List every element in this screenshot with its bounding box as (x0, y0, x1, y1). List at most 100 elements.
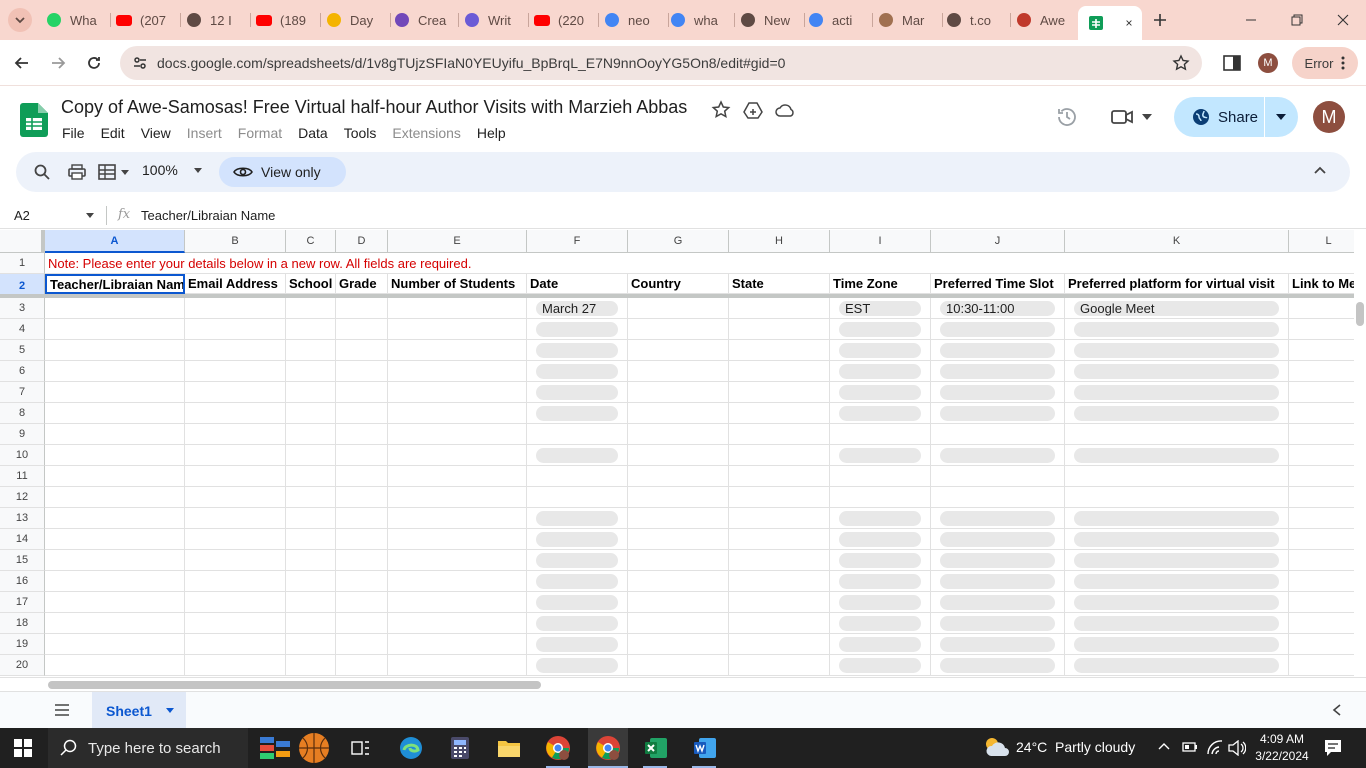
header-cell[interactable]: School (286, 274, 336, 294)
grid-cell[interactable] (336, 550, 388, 571)
name-box[interactable]: A2 (14, 208, 30, 223)
horizontal-scrollbar[interactable] (0, 677, 1366, 691)
dropdown-chip[interactable] (839, 616, 921, 631)
grid-cell[interactable] (185, 550, 286, 571)
back-button[interactable] (8, 49, 36, 77)
grid-cell[interactable] (628, 382, 729, 403)
grid-cell[interactable] (45, 508, 185, 529)
dropdown-chip[interactable] (536, 511, 618, 526)
header-cell[interactable]: Email Address (185, 274, 286, 294)
dropdown-chip[interactable] (536, 658, 618, 673)
grid-cell[interactable] (729, 487, 830, 508)
dropdown-chip[interactable] (536, 574, 618, 589)
grid-cell[interactable] (286, 487, 336, 508)
dropdown-chip[interactable] (839, 532, 921, 547)
dropdown-chip-date[interactable]: March 27 (536, 301, 618, 316)
dropdown-chip[interactable] (839, 448, 921, 463)
grid-cell[interactable] (336, 445, 388, 466)
grid-cell[interactable] (729, 634, 830, 655)
grid-cell[interactable] (336, 592, 388, 613)
grid-cell[interactable] (1065, 424, 1289, 445)
grid-cell[interactable] (388, 466, 527, 487)
grid-cell[interactable] (1289, 403, 1354, 424)
dropdown-chip[interactable] (1074, 343, 1279, 358)
grid-cell[interactable] (628, 634, 729, 655)
row-header-1[interactable]: 1 (0, 253, 45, 274)
grid-cell[interactable] (1289, 592, 1354, 613)
version-history-button[interactable] (1055, 105, 1079, 129)
start-button[interactable] (14, 739, 32, 757)
header-cell[interactable]: Preferred Time Slot (931, 274, 1065, 294)
grid-cell[interactable] (286, 613, 336, 634)
dropdown-chip[interactable] (1074, 448, 1279, 463)
chrome-active-icon-wrap[interactable] (595, 735, 621, 761)
grid-cell[interactable] (45, 487, 185, 508)
column-header-h[interactable]: H (729, 230, 830, 253)
dropdown-chip[interactable] (536, 322, 618, 337)
grid-cell[interactable] (931, 466, 1065, 487)
grid-cell[interactable] (336, 298, 388, 319)
restore-button[interactable] (1274, 0, 1320, 40)
grid-cell[interactable] (729, 445, 830, 466)
grid-cell[interactable] (45, 445, 185, 466)
grid-cell[interactable] (336, 571, 388, 592)
grid-cell[interactable] (45, 529, 185, 550)
grid-cell[interactable] (1065, 487, 1289, 508)
grid-cell[interactable] (628, 466, 729, 487)
column-header-j[interactable]: J (931, 230, 1065, 253)
grid-cell[interactable] (1289, 424, 1354, 445)
grid-cell[interactable] (336, 634, 388, 655)
browser-tab[interactable]: (207 (116, 6, 181, 34)
grid-cell[interactable] (45, 340, 185, 361)
grid-cell[interactable] (286, 592, 336, 613)
grid-cell[interactable] (185, 403, 286, 424)
header-cell[interactable]: Link to Me (1289, 274, 1354, 294)
row-header-11[interactable]: 11 (0, 466, 45, 487)
spreadsheet-grid[interactable]: A B C D E F G H I J K L 1 2 3 4 5 6 7 8 9 10 11 12 13 14 15 16 17 18 1… (0, 230, 1354, 677)
select-all-corner[interactable] (0, 230, 45, 253)
browser-tab[interactable]: Crea (394, 6, 459, 34)
move-button[interactable] (742, 99, 764, 121)
menu-extensions[interactable]: Extensions (392, 125, 460, 141)
dropdown-chip[interactable] (1074, 322, 1279, 337)
grid-cell[interactable] (729, 424, 830, 445)
dropdown-chip[interactable] (940, 553, 1055, 568)
grid-cell[interactable] (830, 466, 931, 487)
show-hidden-icons-button[interactable] (1158, 742, 1170, 750)
browser-tab[interactable]: 12 I (186, 6, 251, 34)
chrome-profile-button[interactable] (545, 735, 571, 761)
close-tab-icon[interactable] (1126, 18, 1132, 28)
grid-cell[interactable] (388, 634, 527, 655)
header-cell[interactable]: Teacher/Libraian Name (45, 274, 185, 294)
grid-cell[interactable] (729, 613, 830, 634)
column-header-l[interactable]: L (1289, 230, 1354, 253)
grid-cell[interactable] (185, 592, 286, 613)
browser-tab[interactable]: (189 (256, 6, 321, 34)
grid-cell[interactable] (45, 550, 185, 571)
dropdown-chip[interactable] (1074, 637, 1279, 652)
column-header-a[interactable]: A (45, 230, 185, 253)
column-header-i[interactable]: I (830, 230, 931, 253)
browser-tab[interactable]: Writ (464, 6, 529, 34)
document-title[interactable]: Copy of Awe-Samosas! Free Virtual half-h… (61, 97, 687, 118)
grid-cell[interactable] (388, 529, 527, 550)
row-header-19[interactable]: 19 (0, 634, 45, 655)
grid-cell[interactable] (628, 298, 729, 319)
header-cell[interactable]: Preferred platform for virtual visit (1065, 274, 1289, 294)
dropdown-chip-platform[interactable]: Google Meet (1074, 301, 1279, 316)
column-header-g[interactable]: G (628, 230, 729, 253)
grid-cell[interactable] (628, 592, 729, 613)
grid-cell[interactable] (628, 613, 729, 634)
grid-cell[interactable] (729, 529, 830, 550)
dropdown-chip[interactable] (1074, 406, 1279, 421)
grid-cell[interactable] (1289, 298, 1354, 319)
grid-cell[interactable] (1289, 487, 1354, 508)
notifications-button[interactable] (1324, 739, 1342, 757)
grid-cell[interactable] (388, 382, 527, 403)
volume-control[interactable] (1228, 740, 1246, 756)
grid-cell[interactable] (628, 340, 729, 361)
grid-cell[interactable] (185, 613, 286, 634)
grid-cell[interactable] (286, 655, 336, 676)
row-header-17[interactable]: 17 (0, 592, 45, 613)
dropdown-chip[interactable] (839, 553, 921, 568)
